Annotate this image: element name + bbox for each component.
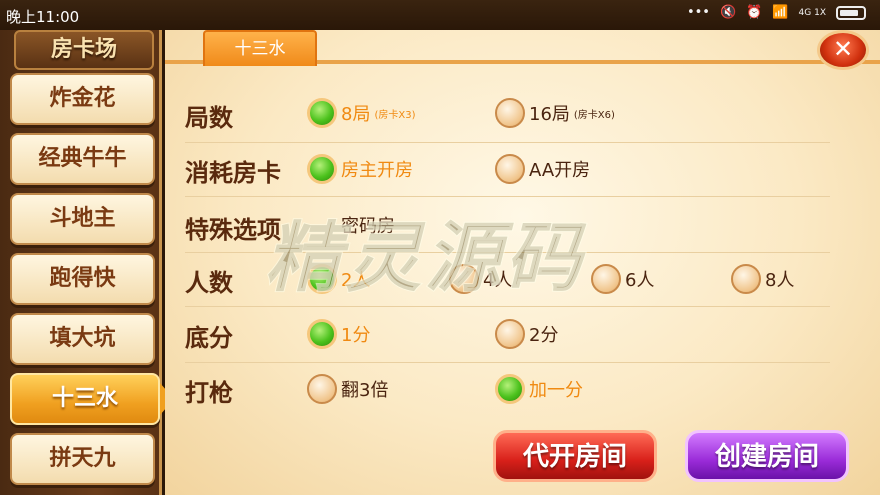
status-time: 晚上11:00 [6,8,80,26]
room-card-label: 消耗房卡 [185,159,281,187]
special-options-label: 特殊选项 [185,216,281,244]
game-sidebar: 房卡场 炸金花 经典牛牛 斗地主 跑得快 填大坑 十三水 拼天九 [0,30,174,495]
radio-button[interactable] [495,319,525,349]
alarm-icon: ⏰ [746,5,763,20]
special-option-password[interactable]: 密码房 [341,212,395,238]
radio-button[interactable] [307,264,337,294]
sidebar-item-zhajinhua[interactable]: 炸金花 [10,73,155,125]
rounds-option-16[interactable]: 16局 (房卡X6) [495,98,615,128]
battery-icon [836,5,866,20]
players-option-2[interactable]: 2人 [307,264,370,294]
row-divider [185,252,830,253]
status-icons: ••• 🔇 ⏰ 📶 4G 1X [687,5,866,20]
more-icon: ••• [686,5,710,20]
players-label: 人数 [185,269,233,297]
radio-button[interactable] [307,154,337,184]
sidebar-item-jingdian-niuniu[interactable]: 经典牛牛 [10,133,155,185]
row-divider [185,196,830,197]
status-bar: 晚上11:00 ••• 🔇 ⏰ 📶 4G 1X [0,0,880,30]
shoot-label: 打枪 [185,379,233,407]
shoot-option-triple[interactable]: 翻3倍 [307,374,388,404]
radio-button[interactable] [591,264,621,294]
shoot-option-plus-one[interactable]: 加一分 [495,374,583,404]
base-score-option-1[interactable]: 1分 [307,319,370,349]
sidebar-item-pintianjiu[interactable]: 拼天九 [10,433,155,485]
tab-shisanshui[interactable]: 十三水 [203,30,317,66]
radio-button[interactable] [731,264,761,294]
players-option-4[interactable]: 4人 [449,264,512,294]
players-option-6[interactable]: 6人 [591,264,654,294]
base-score-option-2[interactable]: 2分 [495,319,558,349]
sidebar-item-tiandakeng[interactable]: 填大坑 [10,313,155,365]
mute-icon: 🔇 [719,5,737,20]
room-card-option-aa[interactable]: AA开房 [495,154,590,184]
players-option-8[interactable]: 8人 [731,264,794,294]
room-settings-panel: 十三水 ✕ 局数 8局 (房卡X3) 16局 (房卡X6) 消耗房卡 房主开房 … [165,30,880,495]
radio-button[interactable] [495,374,525,404]
radio-button[interactable] [449,264,479,294]
rounds-option-8[interactable]: 8局 (房卡X3) [307,98,415,128]
rounds-label: 局数 [185,104,233,132]
sidebar-item-paodekuai[interactable]: 跑得快 [10,253,155,305]
radio-button[interactable] [307,374,337,404]
proxy-open-room-button[interactable]: 代开房间 [493,430,657,482]
close-button[interactable]: ✕ [817,30,869,70]
row-divider [185,306,830,307]
sidebar-item-doudizhu[interactable]: 斗地主 [10,193,155,245]
base-score-label: 底分 [185,324,233,352]
network-label: 4G 1X [798,7,826,18]
room-card-option-owner[interactable]: 房主开房 [307,154,413,184]
row-divider [185,362,830,363]
radio-button[interactable] [307,319,337,349]
row-divider [185,142,830,143]
create-room-button[interactable]: 创建房间 [685,430,849,482]
radio-button[interactable] [307,98,337,128]
sidebar-title: 房卡场 [14,30,154,70]
radio-button[interactable] [495,98,525,128]
wifi-icon: 📶 [772,5,789,20]
radio-button[interactable] [495,154,525,184]
sidebar-item-shisanshui[interactable]: 十三水 [10,373,174,425]
